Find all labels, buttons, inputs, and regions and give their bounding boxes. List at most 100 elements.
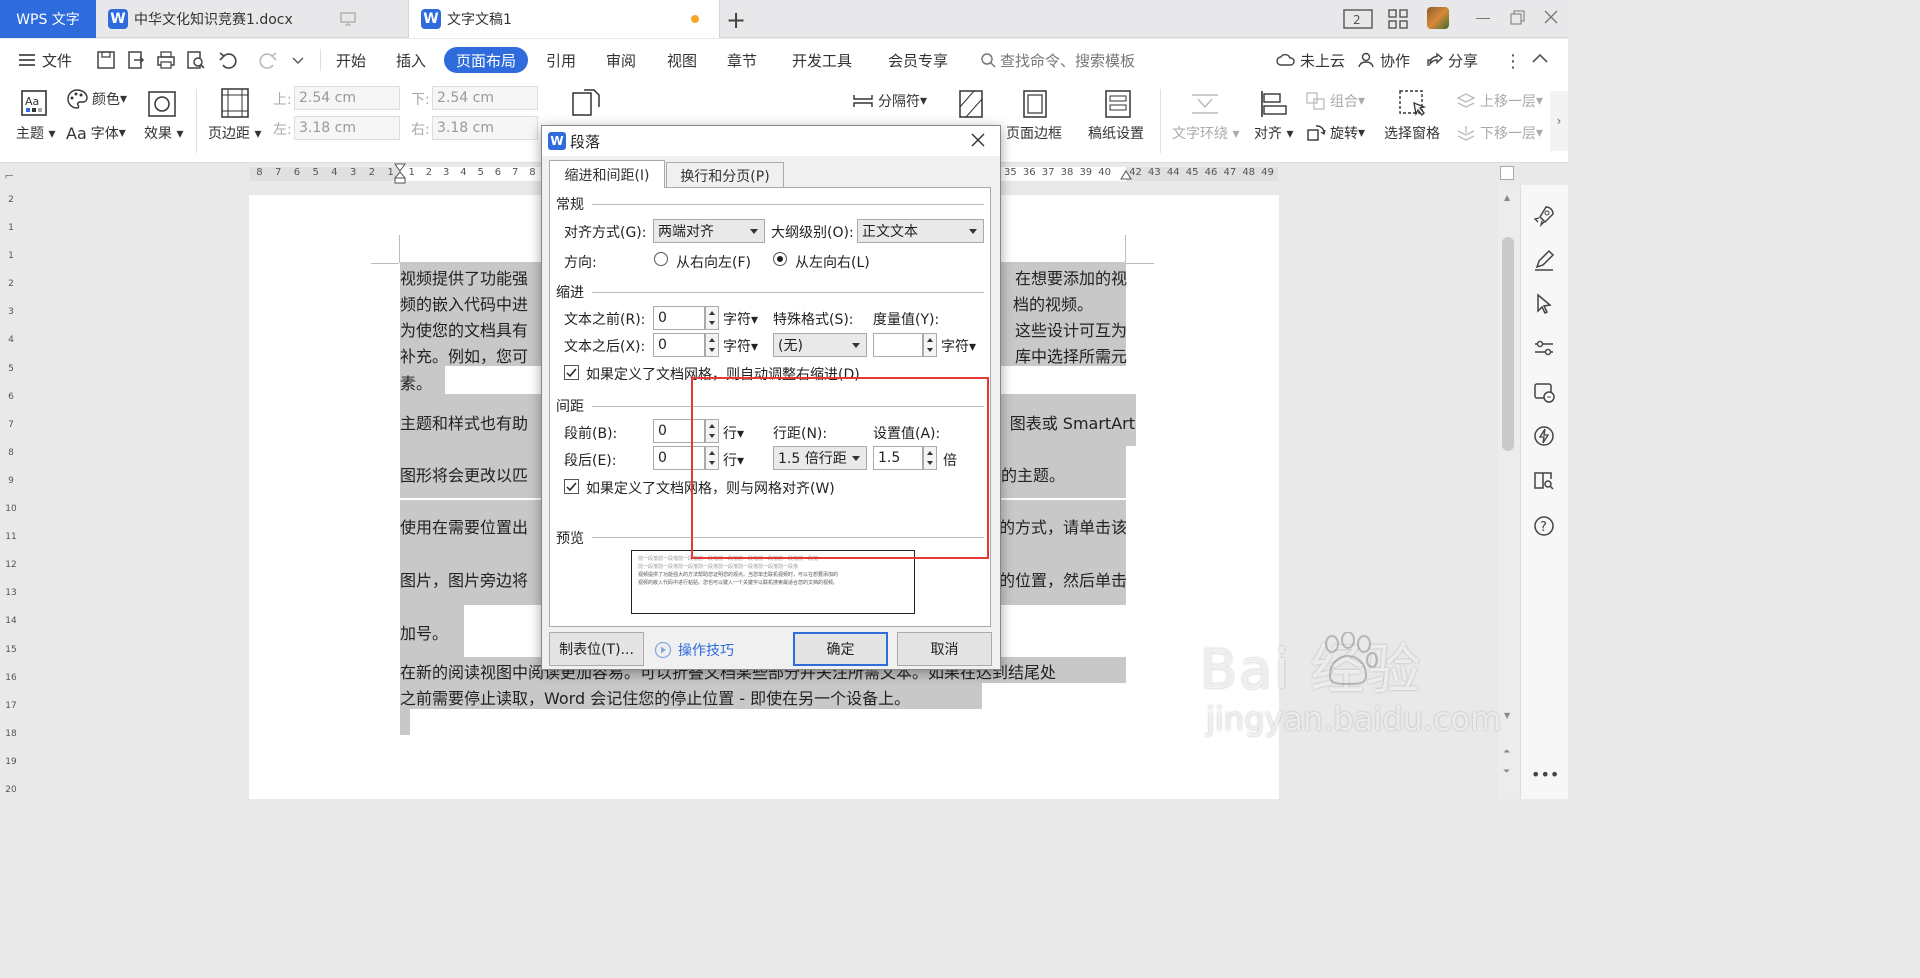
collapse-ribbon-icon[interactable] (1532, 53, 1548, 63)
vertical-ruler[interactable]: 2 1 1 2 3 4 5 6 7 8 9 10 11 12 13 14 15 16 17 18 19 20 (0, 185, 22, 799)
alignment-select[interactable]: 两端对齐 (653, 219, 765, 243)
help-icon[interactable]: ? (1533, 515, 1555, 537)
tab-line-page-break[interactable]: 换行和分页(P) (666, 162, 784, 188)
minimize-icon[interactable] (1476, 18, 1490, 19)
tab-references[interactable]: 引用 (546, 39, 576, 81)
scrollbar-thumb[interactable] (1502, 237, 1514, 451)
redo-icon[interactable] (258, 50, 278, 70)
lightning-icon[interactable] (1533, 425, 1555, 447)
page-border-icon[interactable] (1022, 89, 1048, 119)
grid-paper-button[interactable]: 稿纸设置 (1088, 123, 1144, 143)
save-icon[interactable] (96, 50, 116, 70)
tab-home[interactable]: 开始 (336, 39, 366, 81)
tab-insert[interactable]: 插入 (396, 39, 426, 81)
measure-unit[interactable]: 字符▾ (941, 336, 976, 356)
doc-tab-2[interactable]: W 文字文稿1 (408, 0, 720, 38)
selection-pane-icon[interactable] (1398, 89, 1428, 119)
text-wrap-button[interactable]: 文字环绕 ▾ (1172, 123, 1239, 143)
cursor-icon[interactable] (1533, 293, 1555, 315)
close-window-icon[interactable] (1543, 9, 1559, 25)
align-icon[interactable] (1260, 89, 1288, 119)
margins-button[interactable]: 页边距 ▾ (208, 123, 261, 143)
effects-icon[interactable] (148, 91, 176, 117)
measure-spinner[interactable] (923, 333, 937, 357)
pen-icon[interactable] (1533, 249, 1555, 271)
more-tools-icon[interactable]: ••• (1531, 765, 1559, 784)
indent-after-input[interactable]: 0 (653, 333, 705, 357)
user-avatar[interactable] (1427, 7, 1449, 29)
bring-forward-button[interactable]: 上移一层 ▾ (1456, 91, 1543, 111)
tab-stop-selector[interactable]: ⌐ (4, 169, 14, 183)
indent-before-unit[interactable]: 字符▾ (723, 309, 758, 329)
orientation-icon[interactable] (570, 87, 602, 117)
send-backward-button[interactable]: 下移一层 ▾ (1456, 123, 1543, 143)
ok-button[interactable]: 确定 (793, 632, 888, 666)
special-format-select[interactable]: (无) (773, 333, 867, 357)
right-margin-input[interactable]: 3.18 cm (432, 116, 538, 140)
ruler-toggle-icon[interactable] (1500, 166, 1514, 180)
indent-before-spinner[interactable] (705, 306, 719, 330)
sliders-icon[interactable] (1533, 337, 1555, 359)
ltr-label[interactable]: 从左向右(L) (795, 252, 870, 272)
page-border-button[interactable]: 页面边框 (1006, 123, 1062, 143)
rocket-icon[interactable] (1533, 205, 1555, 227)
prev-page-icon[interactable]: ⏶ (1503, 747, 1510, 757)
text-wrap-icon[interactable] (1190, 91, 1220, 117)
theme-icon[interactable]: Aa (20, 89, 48, 117)
rotate-button[interactable]: 旋转 ▾ (1306, 123, 1365, 143)
share-button[interactable]: 分享 (1426, 39, 1478, 81)
rtl-radio[interactable] (654, 252, 668, 266)
vertical-scrollbar[interactable]: ▲ ▼ ⏶ ⏷ (1498, 185, 1520, 799)
cloud-status[interactable]: 未上云 (1276, 39, 1345, 81)
colors-button[interactable]: 颜色 ▾ (66, 89, 127, 109)
close-icon[interactable] (970, 132, 986, 148)
tab-member[interactable]: 会员专享 (888, 39, 948, 81)
tab-view[interactable]: 视图 (667, 39, 697, 81)
page-color-icon[interactable] (958, 89, 984, 119)
export-icon[interactable] (126, 50, 146, 70)
measure-input[interactable] (873, 333, 923, 357)
file-menu[interactable]: 文件 (18, 39, 72, 81)
print-icon[interactable] (156, 50, 176, 70)
rtl-label[interactable]: 从右向左(F) (676, 252, 751, 272)
more-options-icon[interactable]: ⋮ (1504, 51, 1522, 72)
quick-access-dropdown-icon[interactable] (292, 56, 304, 66)
tips-link[interactable]: 操作技巧 (654, 640, 734, 660)
snap-grid-checkbox[interactable] (564, 479, 579, 494)
grid-apps-icon[interactable] (1388, 9, 1408, 29)
doc-tab-1[interactable]: W 中华文化知识竞赛1.docx (96, 0, 408, 38)
tab-indent-spacing[interactable]: 缩进和间距(I) (549, 160, 665, 188)
effects-button[interactable]: 效果 ▾ (144, 123, 183, 143)
dialog-title-bar[interactable]: W 段落 (542, 126, 1000, 156)
ribbon-scroll-right[interactable]: › (1550, 91, 1568, 151)
restore-icon[interactable] (1510, 10, 1526, 26)
indent-after-spinner[interactable] (705, 333, 719, 357)
new-tab-icon[interactable]: + (726, 6, 746, 34)
tab-stops-button[interactable]: 制表位(T)... (549, 632, 644, 666)
print-preview-icon[interactable] (186, 50, 206, 70)
bottom-margin-input[interactable]: 2.54 cm (432, 86, 538, 110)
grid-paper-icon[interactable] (1104, 89, 1132, 119)
tab-developer[interactable]: 开发工具 (792, 39, 852, 81)
font-button[interactable]: Aa 字体 ▾ (66, 123, 126, 143)
app-tab[interactable]: WPS 文字 (0, 0, 96, 38)
next-page-icon[interactable]: ⏷ (1503, 767, 1510, 777)
indent-after-unit[interactable]: 字符▾ (723, 336, 758, 356)
monitor-icon[interactable] (340, 12, 356, 26)
cancel-button[interactable]: 取消 (897, 632, 992, 666)
selection-pane-button[interactable]: 选择窗格 (1384, 123, 1440, 143)
image-tool-icon[interactable] (1533, 381, 1555, 403)
separator-button[interactable]: 分隔符 ▾ (852, 91, 927, 111)
command-search[interactable]: 查找命令、搜索模板 (980, 39, 1135, 81)
collaborate-button[interactable]: 协作 (1358, 39, 1410, 81)
align-button[interactable]: 对齐 ▾ (1254, 123, 1293, 143)
scroll-down-icon[interactable]: ▼ (1504, 711, 1510, 720)
scroll-up-icon[interactable]: ▲ (1504, 193, 1510, 202)
tab-review[interactable]: 审阅 (606, 39, 636, 81)
ltr-radio[interactable] (773, 252, 787, 266)
right-indent-marker[interactable] (1120, 169, 1132, 181)
tab-page-layout[interactable]: 页面布局 (444, 47, 529, 73)
indent-before-input[interactable]: 0 (653, 306, 705, 330)
margins-icon[interactable] (220, 87, 250, 119)
undo-icon[interactable] (218, 50, 238, 70)
